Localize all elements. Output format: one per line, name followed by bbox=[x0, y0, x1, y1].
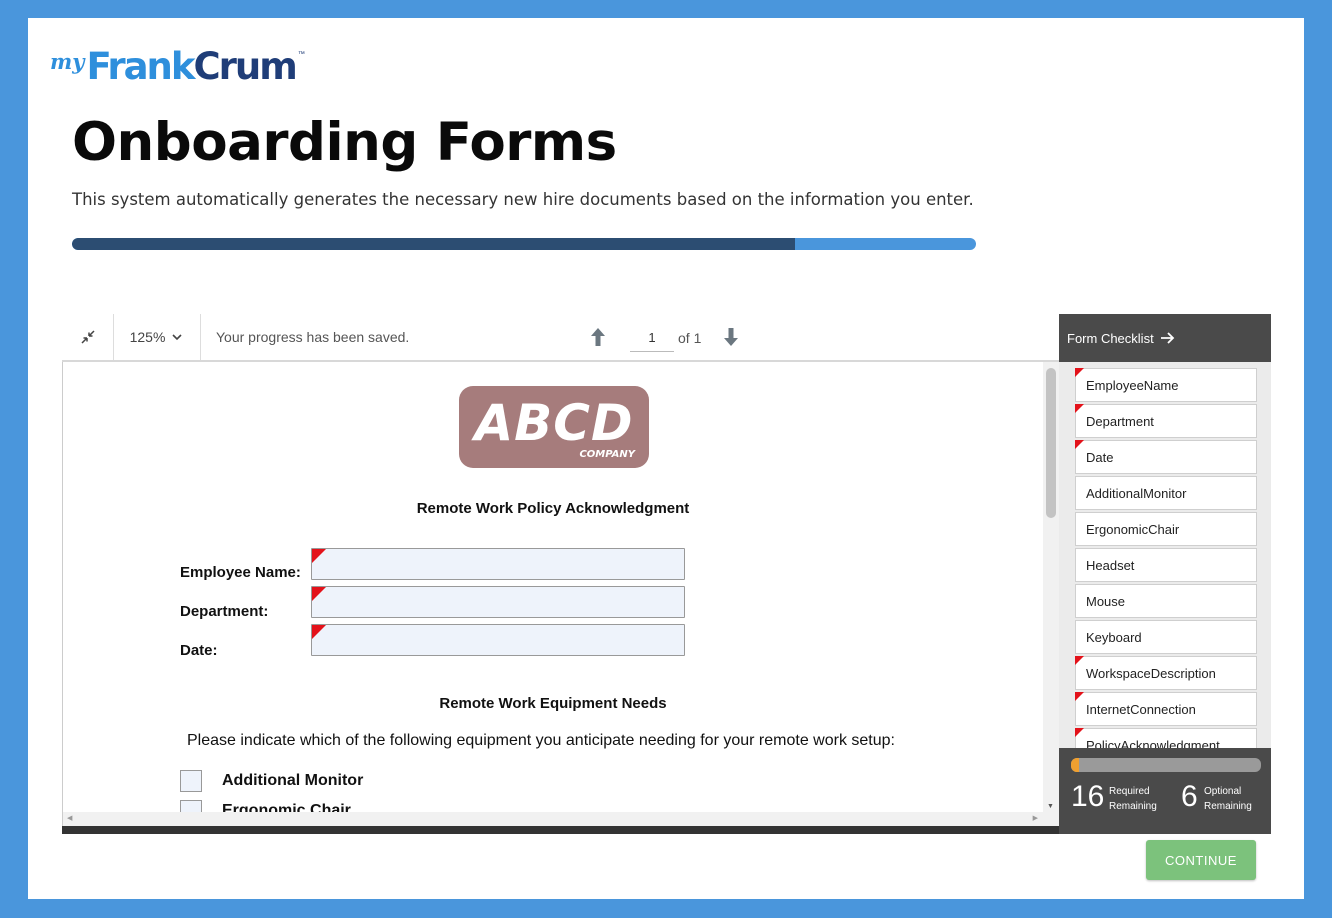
continue-button[interactable]: CONTINUE bbox=[1146, 840, 1256, 880]
horizontal-scrollbar[interactable]: ◀ ▶ bbox=[63, 812, 1059, 826]
checklist-item-label: Mouse bbox=[1086, 593, 1126, 609]
required-label-line1: Required bbox=[1109, 786, 1150, 797]
optional-remaining-count: 6 bbox=[1181, 780, 1198, 813]
required-remaining-count: 16 bbox=[1071, 780, 1105, 813]
logo-part2: Crum bbox=[193, 45, 298, 88]
checkbox-row-additional-monitor: Additional Monitor bbox=[180, 770, 363, 792]
previous-page-icon[interactable] bbox=[589, 326, 607, 354]
checklist-item[interactable]: ErgonomicChair bbox=[1075, 512, 1257, 546]
checklist-items: EmployeeName Department Date AdditionalMoni… bbox=[1059, 362, 1271, 748]
form-checklist-title: Form Checklist bbox=[1067, 330, 1154, 346]
checklist-item-label: WorkspaceDescription bbox=[1086, 665, 1216, 681]
onboarding-progress-bar bbox=[72, 238, 976, 250]
document-page: ABCD COMPANY Remote Work Policy Acknowle… bbox=[62, 362, 1059, 826]
document-viewer: 125% Your progress has been saved. of 1 … bbox=[62, 314, 1271, 834]
additional-monitor-checkbox[interactable] bbox=[180, 770, 202, 792]
page-subtitle: This system automatically generates the … bbox=[72, 190, 974, 209]
vertical-scrollbar[interactable]: ▼ bbox=[1043, 362, 1059, 812]
page-total: of 1 bbox=[678, 330, 702, 346]
checklist-item[interactable]: Department bbox=[1075, 404, 1257, 438]
form-title: Remote Work Policy Acknowledgment bbox=[416, 500, 690, 517]
required-remaining-label: Required Remaining bbox=[1109, 784, 1157, 814]
equipment-heading: Remote Work Equipment Needs bbox=[439, 695, 667, 712]
next-page-icon[interactable] bbox=[722, 326, 740, 354]
arrow-right-icon bbox=[1160, 332, 1174, 344]
logo-trademark: ™ bbox=[297, 51, 305, 58]
save-status: Your progress has been saved. bbox=[216, 329, 410, 345]
checklist-item[interactable]: Keyboard bbox=[1075, 620, 1257, 654]
checklist-item[interactable]: PolicyAcknowledgment bbox=[1075, 728, 1257, 748]
collapse-arrows-icon bbox=[80, 330, 95, 344]
checklist-item-label: EmployeeName bbox=[1086, 377, 1179, 393]
onboarding-progress-fill bbox=[72, 238, 796, 250]
checklist-item[interactable]: Headset bbox=[1075, 548, 1257, 582]
page-title: Onboarding Forms bbox=[72, 112, 617, 173]
checklist-item[interactable]: Date bbox=[1075, 440, 1257, 474]
checklist-progress-bar bbox=[1071, 758, 1261, 772]
vertical-scroll-thumb[interactable] bbox=[1046, 368, 1056, 518]
equipment-instruction: Please indicate which of the following e… bbox=[187, 732, 895, 749]
optional-label-line1: Optional bbox=[1204, 786, 1242, 797]
zoom-dropdown[interactable]: 125% bbox=[114, 314, 201, 360]
checklist-item-label: PolicyAcknowledgment bbox=[1086, 737, 1220, 749]
checklist-item[interactable]: EmployeeName bbox=[1075, 368, 1257, 402]
checklist-item[interactable]: Mouse bbox=[1075, 584, 1257, 618]
viewer-toolbar: 125% Your progress has been saved. of 1 bbox=[62, 314, 1059, 362]
date-label: Date: bbox=[180, 642, 218, 659]
checklist-item-label: Date bbox=[1086, 449, 1114, 465]
employee-name-field[interactable] bbox=[311, 548, 685, 580]
company-name: ABCD bbox=[474, 394, 634, 452]
checklist-item-label: Keyboard bbox=[1086, 629, 1142, 645]
collapse-icon[interactable] bbox=[62, 314, 114, 360]
optional-remaining-label: Optional Remaining bbox=[1204, 784, 1252, 814]
checklist-progress-fill bbox=[1071, 758, 1079, 772]
checklist-item-label: InternetConnection bbox=[1086, 701, 1196, 717]
checklist-item[interactable]: AdditionalMonitor bbox=[1075, 476, 1257, 510]
checklist-item-label: AdditionalMonitor bbox=[1086, 485, 1187, 501]
company-logo: ABCD COMPANY bbox=[459, 386, 649, 468]
main-card: my Frank Crum ™ Onboarding Forms This sy… bbox=[28, 18, 1304, 899]
department-field[interactable] bbox=[311, 586, 685, 618]
scroll-down-arrow-icon[interactable]: ▼ bbox=[1047, 803, 1054, 810]
viewer-bottom-bar bbox=[62, 826, 1059, 834]
logo-prefix: my bbox=[50, 49, 85, 74]
date-field[interactable] bbox=[311, 624, 685, 656]
checklist-summary: 16 Required Remaining 6 Optional Remaini… bbox=[1059, 748, 1271, 834]
checklist-item[interactable]: WorkspaceDescription bbox=[1075, 656, 1257, 690]
required-label-line2: Remaining bbox=[1109, 801, 1157, 812]
employee-name-label: Employee Name: bbox=[180, 564, 301, 581]
form-checklist-panel: Form Checklist EmployeeName Department Dat… bbox=[1059, 314, 1271, 834]
department-label: Department: bbox=[180, 603, 269, 620]
scroll-right-arrow-icon[interactable]: ▶ bbox=[1033, 814, 1038, 822]
chevron-down-icon bbox=[172, 334, 182, 341]
checklist-item-label: Headset bbox=[1086, 557, 1135, 573]
logo-part1: Frank bbox=[86, 45, 195, 88]
checklist-item-label: Department bbox=[1086, 413, 1154, 429]
optional-label-line2: Remaining bbox=[1204, 801, 1252, 812]
checklist-item-label: ErgonomicChair bbox=[1086, 521, 1180, 537]
checklist-item[interactable]: InternetConnection bbox=[1075, 692, 1257, 726]
myfrankcrum-logo[interactable]: my Frank Crum ™ bbox=[50, 44, 305, 90]
additional-monitor-label: Additional Monitor bbox=[222, 772, 364, 789]
form-checklist-header[interactable]: Form Checklist bbox=[1059, 314, 1271, 362]
company-tag: COMPANY bbox=[579, 449, 635, 460]
page-number-input[interactable] bbox=[630, 324, 674, 352]
zoom-value: 125% bbox=[129, 329, 166, 345]
scroll-left-arrow-icon[interactable]: ◀ bbox=[67, 814, 72, 822]
